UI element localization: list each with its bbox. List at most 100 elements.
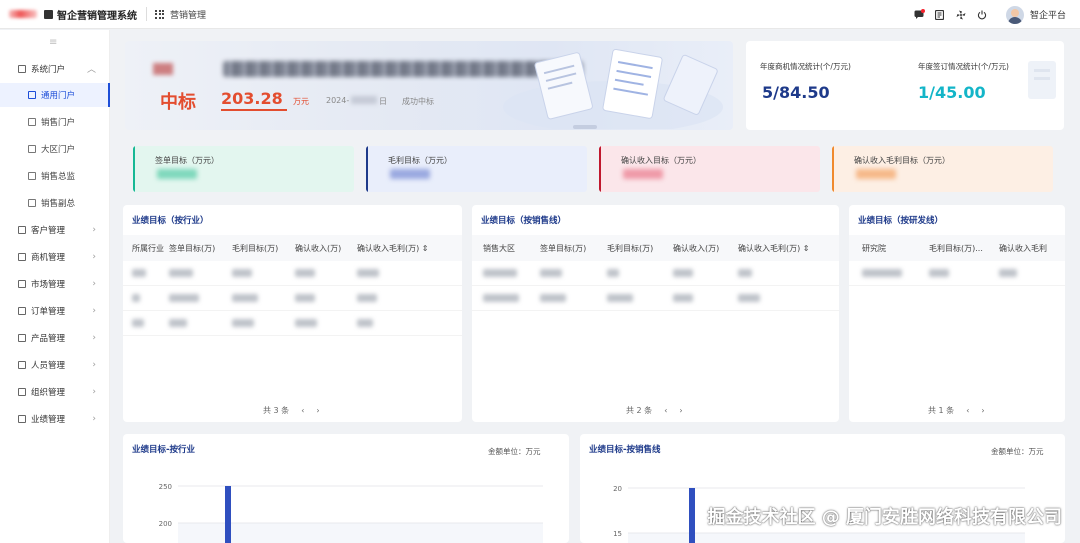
power-icon[interactable] <box>975 8 989 22</box>
pager-prev-icon[interactable]: ‹ <box>664 406 667 415</box>
sidebar-item-products[interactable]: 产品管理 › <box>0 325 110 350</box>
document-icon[interactable] <box>933 8 947 22</box>
table-header: 销售大区 签单目标(万) 毛利目标(万) 确认收入(万) 确认收入毛利(万) ⇕ <box>472 235 839 261</box>
target-label: 确认收入毛利目标（万元） <box>854 156 950 165</box>
target-card-gross-profit[interactable]: 毛利目标（万元） <box>366 146 587 192</box>
sidebar-item-performance[interactable]: 业绩管理 › <box>0 406 110 431</box>
module-switcher[interactable]: 营销管理 <box>170 8 206 21</box>
app-title: 智企营销管理系统 <box>57 10 137 22</box>
table-card-by-sales-line: 业绩目标（按销售线） 销售大区 签单目标(万) 毛利目标(万) 确认收入(万) … <box>472 205 839 422</box>
table-row[interactable] <box>472 261 839 286</box>
winning-bid-banner[interactable]: 中标 203.28 万元 2024- 日 成功中标 <box>125 41 733 130</box>
opportunity-stats-title: 年度商机情况统计(个/万元) <box>760 62 851 71</box>
column-header[interactable]: 确认收入毛利 <box>999 243 1065 254</box>
chevron-right-icon: › <box>92 359 96 370</box>
user-avatar[interactable] <box>1005 5 1024 24</box>
column-header[interactable]: 毛利目标(万) <box>232 243 295 254</box>
header-divider <box>146 7 147 21</box>
pagination: 共 2 条 ‹ › <box>620 405 689 416</box>
contract-stats-value: 1/45.00 <box>918 83 986 102</box>
target-label: 确认收入目标（万元） <box>621 156 701 165</box>
sidebar-item-system-portal[interactable]: 系统门户 ︿ <box>0 56 110 81</box>
sidebar-item-organization[interactable]: 组织管理 › <box>0 379 110 404</box>
target-value-redacted <box>390 169 430 179</box>
sidebar-item-opportunities[interactable]: 商机管理 › <box>0 244 110 269</box>
column-header[interactable]: 所属行业 <box>123 243 169 254</box>
documents-illustration-icon <box>503 48 723 129</box>
folder-icon <box>18 225 26 234</box>
table-row[interactable] <box>472 286 839 311</box>
chevron-right-icon: › <box>92 332 96 343</box>
target-value-redacted <box>623 169 663 179</box>
pager-next-icon[interactable]: › <box>981 406 984 415</box>
chevron-right-icon: › <box>92 278 96 289</box>
table-row[interactable] <box>849 261 1065 286</box>
sidebar-item-marketing[interactable]: 市场管理 › <box>0 271 110 296</box>
sidebar-subitem-sales-vp[interactable]: 销售副总 <box>0 191 110 215</box>
win-amount-underline <box>221 109 287 111</box>
y-tick-label: 250 <box>159 483 172 491</box>
user-name[interactable]: 智企平台 <box>1030 8 1066 21</box>
sidebar-item-staff[interactable]: 人员管理 › <box>0 352 110 377</box>
sidebar-subitem-sales-portal[interactable]: 销售门户 <box>0 110 110 134</box>
folder-icon <box>18 387 26 396</box>
pagination: 共 3 条 ‹ › <box>257 405 326 416</box>
table-title: 业绩目标（按研发线） <box>858 216 944 226</box>
sidebar-subitem-sales-director[interactable]: 销售总监 <box>0 164 110 188</box>
table-row[interactable] <box>123 286 462 311</box>
chevron-right-icon: › <box>92 305 96 316</box>
column-header[interactable]: 研究院 <box>849 243 929 254</box>
sidebar-item-customers[interactable]: 客户管理 › <box>0 217 110 242</box>
column-header[interactable]: 毛利目标(万)... <box>929 243 999 254</box>
pager-prev-icon[interactable]: ‹ <box>966 406 969 415</box>
industry-bar-chart: 250 200 <box>159 483 543 543</box>
chart-card-by-industry: 业绩目标-按行业 金额单位：万元 250 200 <box>123 434 569 543</box>
folder-icon <box>18 279 26 288</box>
watermark-text: 掘金技术社区 @ 厦门安胜网络科技有限公司 <box>707 507 1062 528</box>
target-card-revenue-profit[interactable]: 确认收入毛利目标（万元） <box>832 146 1053 192</box>
chevron-right-icon: › <box>92 413 96 424</box>
column-header[interactable]: 销售大区 <box>472 243 540 254</box>
annual-stats-card: 年度商机情况统计(个/万元) 5/84.50 年度签订情况统计(个/万元) 1/… <box>746 41 1064 130</box>
company-logo <box>9 10 37 18</box>
column-header[interactable]: 确认收入(万) <box>673 243 738 254</box>
column-header[interactable]: 签单目标(万) <box>540 243 607 254</box>
column-header[interactable]: 签单目标(万) <box>169 243 232 254</box>
sidebar: ≡ 系统门户 ︿ 通用门户 销售门户 大区门户 销售总监 销售副总 客户管理 ›… <box>0 30 110 543</box>
collapse-menu-icon[interactable]: ≡ <box>49 37 57 48</box>
sidebar-subitem-general-portal[interactable]: 通用门户 <box>0 83 110 107</box>
table-header: 所属行业 签单目标(万) 毛利目标(万) 确认收入(万) 确认收入毛利(万) ⇕ <box>123 235 462 261</box>
table-row[interactable] <box>123 311 462 336</box>
table-title: 业绩目标（按行业） <box>132 216 209 226</box>
message-icon[interactable] <box>912 8 926 22</box>
chevron-right-icon: › <box>92 251 96 262</box>
sidebar-subitem-region-portal[interactable]: 大区门户 <box>0 137 110 161</box>
column-header[interactable]: 确认收入毛利(万) ⇕ <box>738 243 833 254</box>
pager-next-icon[interactable]: › <box>316 406 319 415</box>
pager-next-icon[interactable]: › <box>679 406 682 415</box>
table-card-by-rd-line: 业绩目标（按研发线） 研究院 毛利目标(万)... 确认收入毛利 共 1 条 ‹… <box>849 205 1065 422</box>
column-header[interactable]: 毛利目标(万) <box>607 243 673 254</box>
target-card-signing[interactable]: 签单目标（万元） <box>133 146 354 192</box>
table-header: 研究院 毛利目标(万)... 确认收入毛利 <box>849 235 1065 261</box>
folder-icon <box>18 414 26 423</box>
fan-icon[interactable] <box>954 8 968 22</box>
column-header[interactable]: 确认收入毛利(万) ⇕ <box>357 243 452 254</box>
y-tick-label: 200 <box>159 520 172 528</box>
win-date-suffix: 日 <box>379 97 387 106</box>
target-card-revenue[interactable]: 确认收入目标（万元） <box>599 146 820 192</box>
contract-stats-title: 年度签订情况统计(个/万元) <box>918 62 1009 71</box>
table-row[interactable] <box>123 261 462 286</box>
column-header[interactable]: 确认收入(万) <box>295 243 357 254</box>
pager-prev-icon[interactable]: ‹ <box>301 406 304 415</box>
stats-decoration-icon <box>1028 61 1056 99</box>
pager-total: 共 2 条 <box>626 406 653 415</box>
page-icon <box>28 91 36 99</box>
app-grid-icon[interactable] <box>155 9 164 19</box>
folder-icon <box>18 360 26 369</box>
sidebar-item-orders[interactable]: 订单管理 › <box>0 298 110 323</box>
top-header: 智企营销管理系统 营销管理 智企平台 <box>0 0 1080 29</box>
table-card-by-industry: 业绩目标（按行业） 所属行业 签单目标(万) 毛利目标(万) 确认收入(万) 确… <box>123 205 462 422</box>
y-tick-label: 15 <box>613 530 622 538</box>
chevron-right-icon: › <box>92 386 96 397</box>
